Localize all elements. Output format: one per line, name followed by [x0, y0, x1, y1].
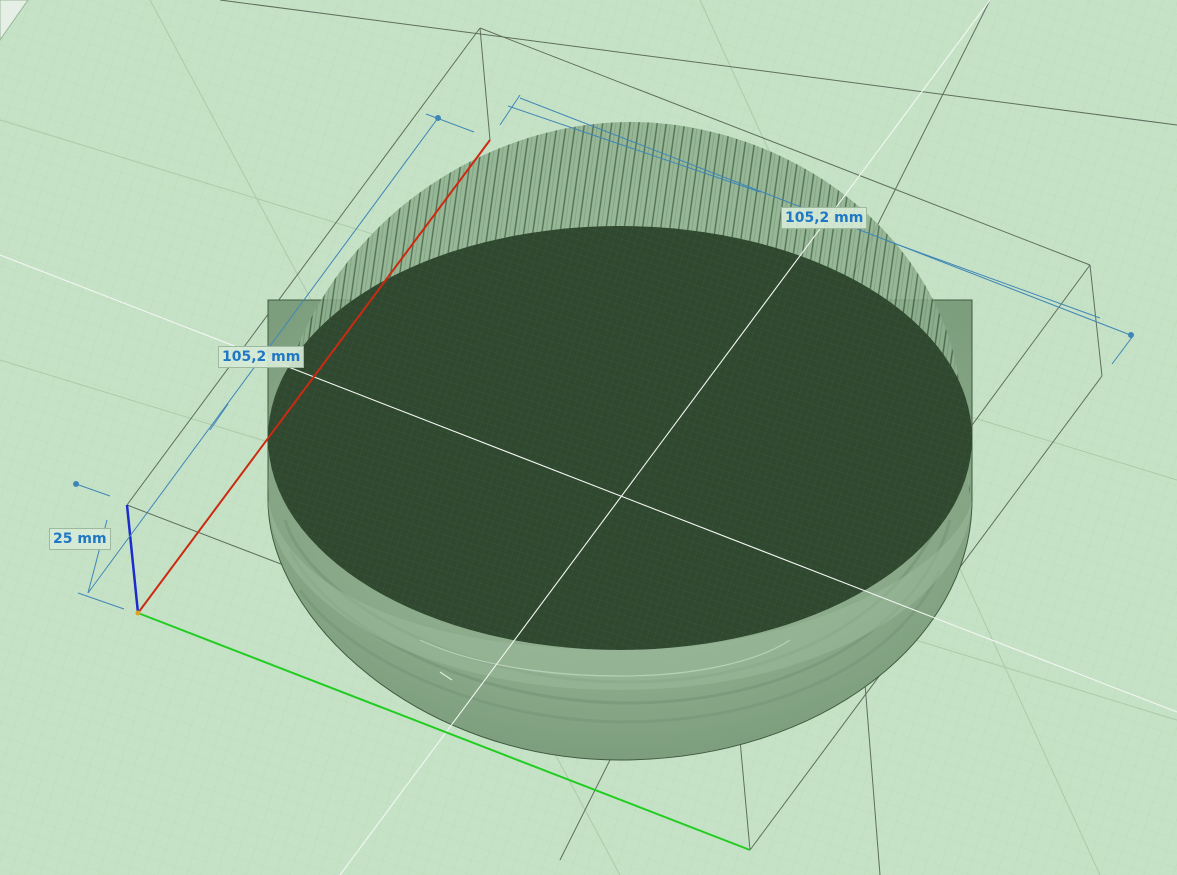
scene-canvas[interactable] — [0, 0, 1177, 875]
depth-dimension-label[interactable]: 105,2 mm — [218, 346, 305, 368]
cap-top-mesh — [268, 226, 972, 650]
origin-point — [135, 610, 141, 616]
width-dimension-label[interactable]: 105,2 mm — [781, 207, 868, 229]
height-dimension-label[interactable]: 25 mm — [49, 528, 111, 550]
3d-viewport[interactable]: 105,2 mm 105,2 mm 25 mm — [0, 0, 1177, 875]
